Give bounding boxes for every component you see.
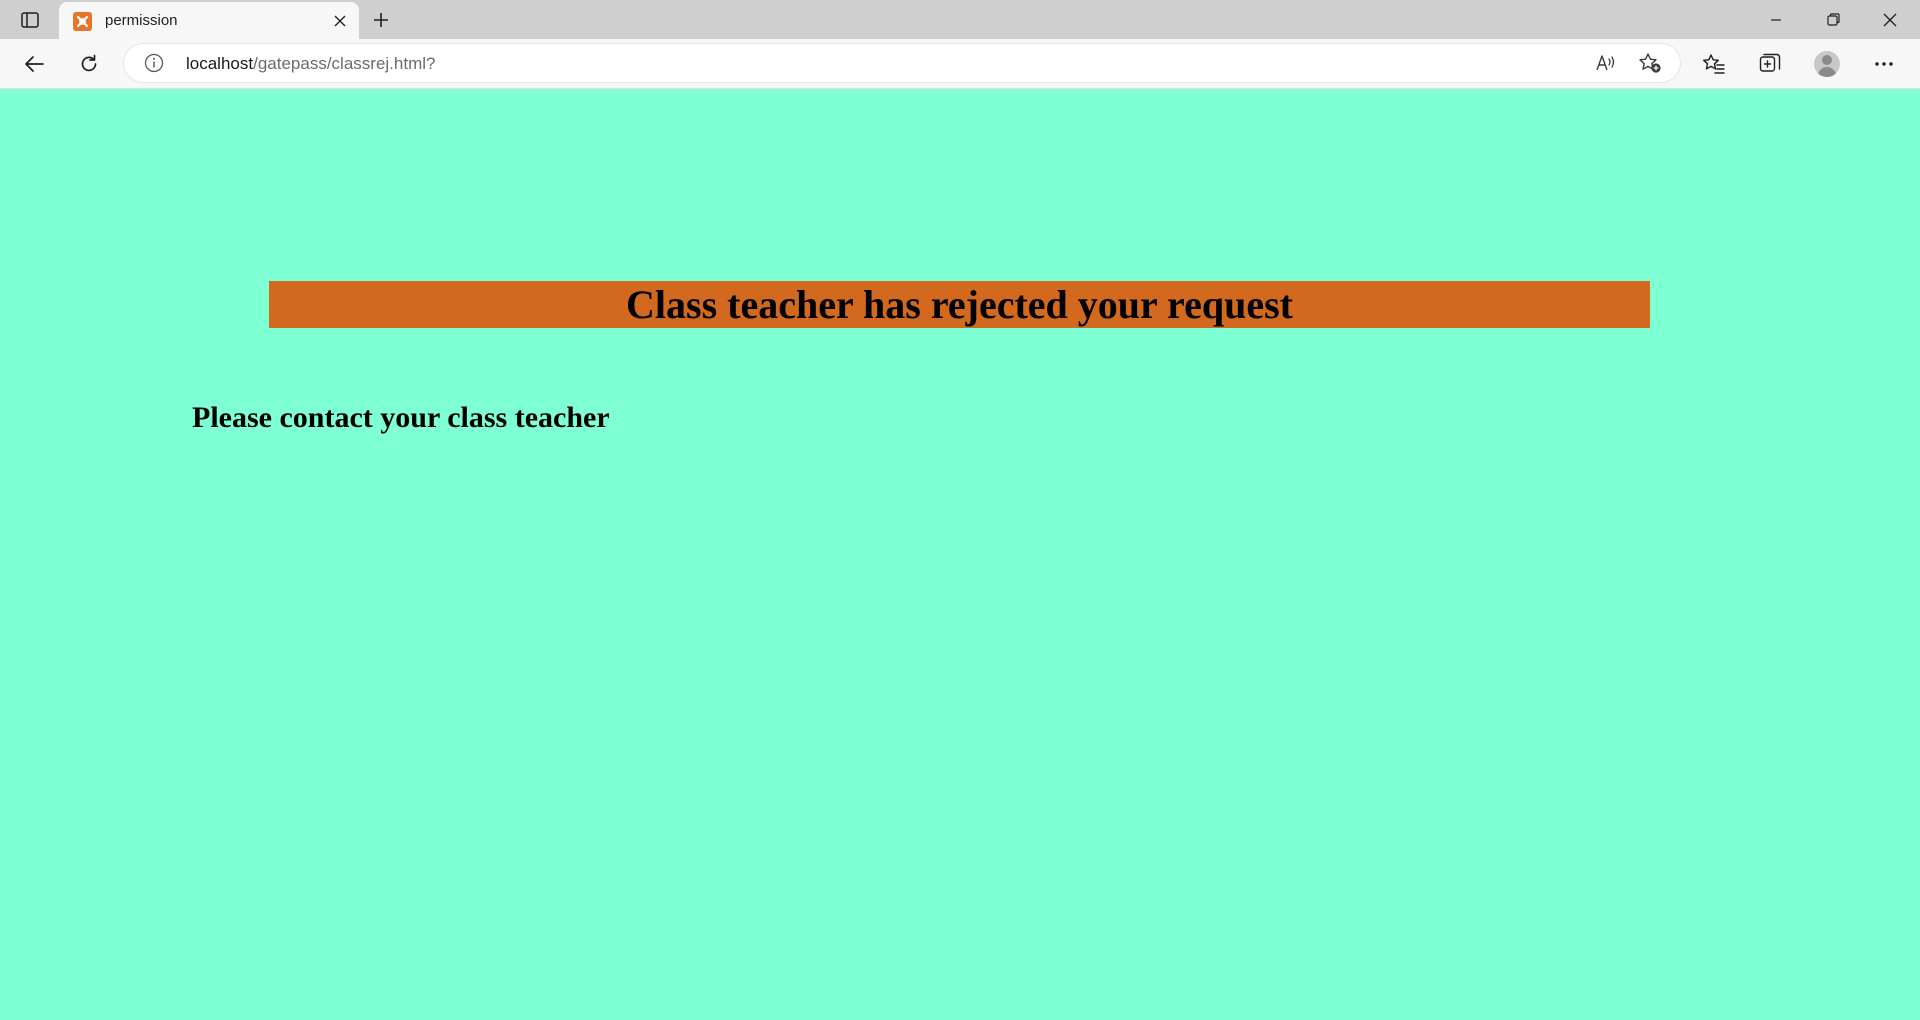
favorites-icon — [1703, 54, 1725, 74]
back-arrow-icon — [25, 56, 44, 72]
tab-actions-icon — [21, 12, 39, 28]
more-menu-button[interactable] — [1867, 47, 1901, 81]
browser-toolbar: localhost/gatepass/classrej.html? — [0, 39, 1920, 89]
back-button[interactable] — [17, 47, 51, 81]
active-tab[interactable]: permission — [59, 2, 359, 39]
restore-button[interactable] — [1805, 0, 1861, 39]
browser-window: permission localhost/gatepass/classrej.h… — [0, 0, 1920, 1020]
reload-icon — [81, 54, 97, 72]
close-icon — [1883, 13, 1897, 26]
more-icon — [1875, 62, 1893, 66]
reload-button[interactable] — [72, 47, 106, 81]
tab-title: permission — [105, 12, 178, 29]
minimize-icon — [1771, 18, 1781, 21]
page-viewport: Class teacher has rejected your request … — [0, 89, 1920, 1020]
read-aloud-button[interactable] — [1590, 47, 1622, 79]
address-url[interactable]: localhost/gatepass/classrej.html? — [186, 54, 435, 74]
address-bar[interactable]: localhost/gatepass/classrej.html? — [124, 44, 1680, 82]
url-path: /gatepass/classrej.html? — [253, 54, 436, 73]
restore-icon — [1826, 13, 1840, 26]
profile-button[interactable] — [1810, 47, 1844, 81]
collections-button[interactable] — [1753, 47, 1787, 81]
read-aloud-icon — [1596, 55, 1615, 71]
minimize-button[interactable] — [1748, 0, 1804, 39]
plus-icon — [374, 13, 388, 27]
add-favorite-icon — [1639, 53, 1661, 73]
xampp-icon — [73, 12, 92, 31]
tab-close-button[interactable] — [329, 10, 351, 32]
profile-icon — [1814, 51, 1840, 77]
info-icon — [144, 53, 164, 73]
close-icon — [334, 15, 346, 27]
url-host: localhost — [186, 54, 254, 73]
collections-icon — [1759, 53, 1781, 72]
contact-message: Please contact your class teacher — [192, 401, 610, 434]
window-close-button[interactable] — [1862, 0, 1918, 39]
new-tab-button[interactable] — [366, 6, 396, 34]
rejection-banner: Class teacher has rejected your request — [269, 281, 1650, 328]
site-info-button[interactable] — [144, 53, 164, 73]
tab-actions-button[interactable] — [12, 6, 48, 34]
add-favorite-button[interactable] — [1634, 47, 1666, 79]
rejection-heading: Class teacher has rejected your request — [626, 282, 1293, 327]
favorites-button[interactable] — [1697, 47, 1731, 81]
tab-strip: permission — [0, 0, 1920, 39]
